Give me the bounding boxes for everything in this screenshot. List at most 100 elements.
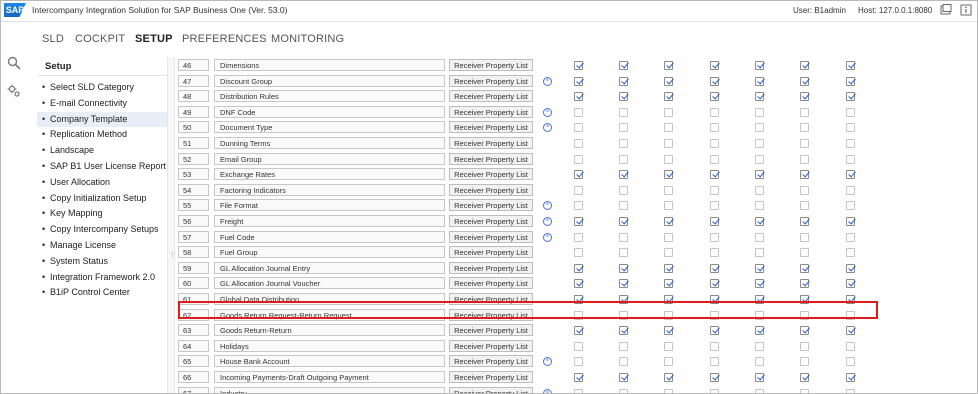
replication-checkbox[interactable] xyxy=(710,388,719,393)
replication-checkbox[interactable] xyxy=(619,279,628,289)
receiver-property-list-button[interactable]: Receiver Property List xyxy=(449,230,533,243)
replication-checkbox[interactable] xyxy=(755,341,764,351)
replication-checkbox[interactable] xyxy=(710,123,719,133)
replication-checkbox[interactable] xyxy=(664,107,673,117)
replication-checkbox[interactable] xyxy=(710,170,719,180)
receiver-property-list-button[interactable]: Receiver Property List xyxy=(449,246,533,259)
replication-checkbox[interactable] xyxy=(710,92,719,102)
replication-checkbox[interactable] xyxy=(574,123,583,133)
receiver-property-list-button[interactable]: Receiver Property List xyxy=(449,355,533,368)
replication-checkbox[interactable] xyxy=(574,185,583,195)
replication-checkbox[interactable] xyxy=(619,123,628,133)
receiver-property-list-button[interactable]: Receiver Property List xyxy=(449,261,533,274)
remove-icon[interactable]: × xyxy=(543,388,552,393)
replication-checkbox[interactable] xyxy=(664,201,673,211)
replication-checkbox[interactable] xyxy=(800,232,809,242)
replication-checkbox[interactable] xyxy=(619,76,628,86)
remove-icon[interactable]: × xyxy=(543,107,552,117)
replication-checkbox[interactable] xyxy=(846,76,855,86)
replication-checkbox[interactable] xyxy=(846,139,855,148)
replication-checkbox[interactable] xyxy=(755,388,764,393)
receiver-property-list-button[interactable]: Receiver Property List xyxy=(449,152,533,165)
replication-checkbox[interactable] xyxy=(846,107,855,117)
replication-checkbox[interactable] xyxy=(619,201,628,211)
replication-checkbox[interactable] xyxy=(755,248,764,258)
replication-checkbox[interactable] xyxy=(664,139,673,148)
replication-checkbox[interactable] xyxy=(710,217,719,226)
replication-checkbox[interactable] xyxy=(710,248,719,258)
replication-checkbox[interactable] xyxy=(846,92,855,102)
replication-checkbox[interactable] xyxy=(574,170,583,180)
sidebar-item[interactable]: • Integration Framework 2.0 xyxy=(37,270,167,285)
replication-checkbox[interactable] xyxy=(664,92,673,102)
remove-icon[interactable]: × xyxy=(543,76,552,86)
sidebar-item[interactable]: • Copy Intercompany Setups xyxy=(37,222,167,237)
receiver-property-list-button[interactable]: Receiver Property List xyxy=(449,277,533,290)
receiver-property-list-button[interactable]: Receiver Property List xyxy=(449,215,533,227)
receiver-property-list-button[interactable]: Receiver Property List xyxy=(449,121,533,134)
receiver-property-list-button[interactable]: Receiver Property List xyxy=(449,168,533,181)
replication-checkbox[interactable] xyxy=(800,263,809,273)
replication-checkbox[interactable] xyxy=(619,388,628,393)
replication-checkbox[interactable] xyxy=(619,263,628,273)
replication-checkbox[interactable] xyxy=(800,139,809,148)
replication-checkbox[interactable] xyxy=(846,217,855,226)
replication-checkbox[interactable] xyxy=(619,139,628,148)
tab-preferences[interactable]: PREFERENCES xyxy=(182,33,267,45)
replication-checkbox[interactable] xyxy=(574,201,583,211)
receiver-property-list-button[interactable]: Receiver Property List xyxy=(449,90,533,103)
receiver-property-list-button[interactable]: Receiver Property List xyxy=(449,74,533,87)
remove-icon[interactable]: × xyxy=(543,123,552,133)
replication-checkbox[interactable] xyxy=(846,279,855,289)
sidebar-item[interactable]: • Replication Method xyxy=(37,127,167,142)
replication-checkbox[interactable] xyxy=(846,373,855,382)
replication-checkbox[interactable] xyxy=(755,92,764,102)
tab-sld[interactable]: SLD xyxy=(42,33,64,45)
window-icon[interactable] xyxy=(940,4,952,16)
remove-icon[interactable]: × xyxy=(543,232,552,242)
tab-cockpit[interactable]: COCKPIT xyxy=(75,33,125,45)
replication-checkbox[interactable] xyxy=(755,279,764,289)
replication-checkbox[interactable] xyxy=(755,123,764,133)
replication-checkbox[interactable] xyxy=(755,263,764,273)
replication-checkbox[interactable] xyxy=(800,217,809,226)
replication-checkbox[interactable] xyxy=(800,154,809,164)
replication-checkbox[interactable] xyxy=(664,263,673,273)
replication-checkbox[interactable] xyxy=(664,170,673,180)
sidebar-item[interactable]: • Copy Initialization Setup xyxy=(37,191,167,206)
sidebar-item[interactable]: • Company Template xyxy=(37,111,167,127)
replication-checkbox[interactable] xyxy=(710,279,719,289)
receiver-property-list-button[interactable]: Receiver Property List xyxy=(449,59,533,71)
replication-checkbox[interactable] xyxy=(800,170,809,180)
replication-checkbox[interactable] xyxy=(755,154,764,164)
replication-checkbox[interactable] xyxy=(710,263,719,273)
replication-checkbox[interactable] xyxy=(755,201,764,211)
replication-checkbox[interactable] xyxy=(664,341,673,351)
replication-checkbox[interactable] xyxy=(800,279,809,289)
replication-checkbox[interactable] xyxy=(619,357,628,367)
replication-checkbox[interactable] xyxy=(619,248,628,258)
splitter-grip-icon[interactable]: ⋮ xyxy=(169,252,176,260)
replication-checkbox[interactable] xyxy=(664,373,673,382)
remove-icon[interactable]: × xyxy=(543,357,552,367)
replication-checkbox[interactable] xyxy=(664,217,673,226)
replication-checkbox[interactable] xyxy=(846,123,855,133)
replication-checkbox[interactable] xyxy=(846,341,855,351)
replication-checkbox[interactable] xyxy=(574,279,583,289)
replication-checkbox[interactable] xyxy=(800,201,809,211)
replication-checkbox[interactable] xyxy=(846,170,855,180)
replication-checkbox[interactable] xyxy=(800,123,809,133)
replication-checkbox[interactable] xyxy=(800,76,809,86)
replication-checkbox[interactable] xyxy=(574,217,583,226)
replication-checkbox[interactable] xyxy=(755,139,764,148)
replication-checkbox[interactable] xyxy=(846,326,855,336)
remove-icon[interactable]: × xyxy=(543,217,552,226)
receiver-property-list-button[interactable]: Receiver Property List xyxy=(449,199,533,212)
replication-checkbox[interactable] xyxy=(755,373,764,382)
replication-checkbox[interactable] xyxy=(755,326,764,336)
replication-checkbox[interactable] xyxy=(574,139,583,148)
replication-checkbox[interactable] xyxy=(664,123,673,133)
replication-checkbox[interactable] xyxy=(619,373,628,382)
replication-checkbox[interactable] xyxy=(664,357,673,367)
replication-checkbox[interactable] xyxy=(800,61,809,70)
